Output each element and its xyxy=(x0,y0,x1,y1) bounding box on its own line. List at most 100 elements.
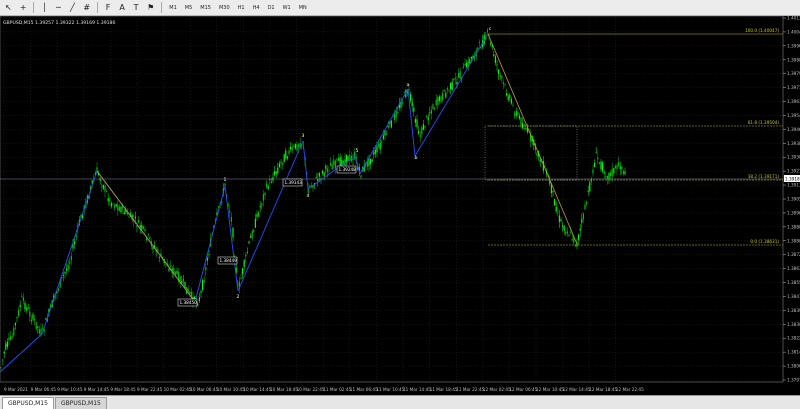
candle-body xyxy=(242,268,244,275)
timeframe-mn-button[interactable]: MN xyxy=(296,2,310,14)
price-axis-label: 1.39545 xyxy=(787,113,800,118)
candle-body xyxy=(34,318,36,321)
chart-tab[interactable]: GBPUSD,M15 xyxy=(54,397,107,409)
candle-body xyxy=(32,314,34,320)
candle-body xyxy=(326,168,328,172)
candle-body xyxy=(570,231,572,233)
price-axis-label: 1.38470 xyxy=(787,294,800,299)
candle-body xyxy=(582,213,584,220)
candle-body xyxy=(490,42,492,46)
time-axis-label: 11 Mar 10:45 xyxy=(376,387,404,392)
chart-tab[interactable]: GBPUSD,M15 xyxy=(2,397,54,409)
candle-body xyxy=(430,109,432,114)
time-axis-label: 10 Mar 22:45 xyxy=(297,387,325,392)
candle-body xyxy=(115,203,117,207)
candle-body xyxy=(277,167,279,173)
candle-body xyxy=(595,152,597,153)
timeframe-m30-button[interactable]: M30 xyxy=(216,2,233,14)
price-axis-label: 1.40135 xyxy=(787,16,800,21)
candle-body xyxy=(16,317,18,318)
timeframe-w1-button[interactable]: W1 xyxy=(280,2,294,14)
price-chart[interactable]: 1.40135 1.40045 1.39960 1.39880 1.39795 1.397… xyxy=(0,16,800,395)
candle-body xyxy=(19,305,21,308)
candle-body xyxy=(134,216,136,219)
candle-body xyxy=(446,88,448,90)
candle-body xyxy=(110,203,112,207)
candle-body xyxy=(622,171,624,174)
candle-body xyxy=(618,162,620,167)
fibonacci-icon[interactable]: F xyxy=(102,2,114,14)
candle-body xyxy=(437,97,439,106)
candle-body xyxy=(584,204,586,210)
candle-body xyxy=(38,329,40,334)
candle-body xyxy=(424,125,426,127)
candle-body xyxy=(62,275,64,276)
candle-body xyxy=(229,210,231,213)
channel-icon[interactable]: # xyxy=(80,2,93,14)
candle-body xyxy=(176,270,178,274)
text-icon[interactable]: A xyxy=(116,2,128,14)
candle-body xyxy=(22,297,24,301)
timeframe-m5-button[interactable]: M5 xyxy=(182,2,196,14)
candle-body xyxy=(579,228,581,231)
candle-body xyxy=(382,135,384,140)
candle-body xyxy=(14,323,16,326)
cursor-icon[interactable]: ↖ xyxy=(2,2,15,14)
candle-body xyxy=(514,114,516,116)
label-icon[interactable]: T xyxy=(130,2,142,14)
candle-body xyxy=(288,150,290,154)
candle-body xyxy=(322,171,324,174)
candle-body xyxy=(224,183,226,186)
timeframe-m1-button[interactable]: M1 xyxy=(166,2,180,14)
candle-body xyxy=(555,206,557,212)
price-tag-label: 1.39248 xyxy=(339,167,357,172)
candle-body xyxy=(120,206,122,213)
candle-body xyxy=(26,307,28,312)
candle-body xyxy=(587,190,589,193)
candle-body xyxy=(611,168,613,177)
candle-body xyxy=(352,159,354,160)
candle-body xyxy=(331,164,333,170)
trendline-icon[interactable]: ╱ xyxy=(66,2,78,14)
candle-body xyxy=(203,280,205,282)
candle-body xyxy=(37,326,39,328)
timeframe-m15-button[interactable]: M15 xyxy=(197,2,214,14)
timeframe-h1-button[interactable]: H1 xyxy=(235,2,248,14)
candle-body xyxy=(198,297,200,302)
candle-body xyxy=(339,157,341,166)
candle-body xyxy=(323,173,325,176)
candle-body xyxy=(66,268,68,271)
candle-body xyxy=(298,144,300,147)
candle-body xyxy=(602,162,604,171)
chart-area[interactable]: 1.40135 1.40045 1.39960 1.39880 1.39795 1.397… xyxy=(0,16,800,395)
time-axis-label: 11 Mar 18:45 xyxy=(430,387,458,392)
time-axis-label: 10 Mar 18:45 xyxy=(270,387,298,392)
candle-body xyxy=(410,94,412,101)
arrows-icon[interactable]: ⚑ xyxy=(144,2,157,14)
toolbar-separator xyxy=(97,2,99,13)
candle-body xyxy=(507,96,509,100)
vertical-line-icon[interactable]: │ xyxy=(38,2,50,14)
crosshair-icon[interactable]: + xyxy=(17,2,30,14)
horizontal-line-icon[interactable]: ─ xyxy=(52,2,64,14)
timeframe-d1-button[interactable]: D1 xyxy=(265,2,278,14)
timeframe-h4-button[interactable]: H4 xyxy=(250,2,263,14)
candle-body xyxy=(373,152,375,155)
candle-body xyxy=(259,206,261,208)
candle-body xyxy=(450,82,452,90)
candle-body xyxy=(571,239,573,241)
candle-body xyxy=(498,69,500,75)
candle-body xyxy=(253,229,255,233)
candle-body xyxy=(550,184,552,194)
time-axis-label: 12 Mar 06:45 xyxy=(509,387,537,392)
candle-body xyxy=(206,258,208,261)
price-axis-label: 1.38305 xyxy=(787,322,800,327)
candle-body xyxy=(456,81,458,85)
candle-body xyxy=(336,158,338,161)
price-axis-label: 1.38965 xyxy=(787,210,800,215)
toolbar-separator xyxy=(33,2,35,13)
candle-body xyxy=(418,130,420,134)
candle-body xyxy=(278,163,280,168)
candle-body xyxy=(291,147,293,151)
candle-body xyxy=(432,104,434,109)
